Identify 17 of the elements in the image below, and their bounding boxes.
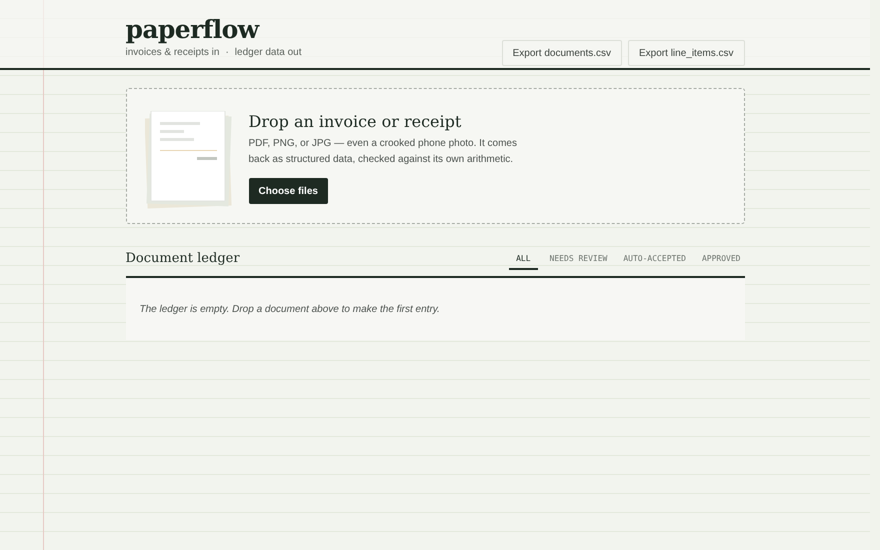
- dropzone-title: Drop an invoice or receipt: [248, 111, 462, 133]
- filter-tab[interactable]: AUTO-ACCEPTED: [619, 251, 690, 270]
- ledger-title: Document ledger: [126, 250, 240, 268]
- filter-tab[interactable]: ALL: [509, 251, 538, 270]
- tagline: invoices & receipts in: [126, 46, 220, 60]
- filter-tab[interactable]: APPROVED: [698, 251, 744, 270]
- choose-files-button[interactable]: Choose files: [248, 178, 328, 204]
- filter-tab[interactable]: NEEDS REVIEW: [546, 251, 612, 270]
- drop-zone[interactable]: Drop an invoice or receipt PDF, PNG, or JPG — even a crooked phone photo. It comes back as structured data, checked against its own arithmetic. Choose files: [126, 88, 744, 224]
- document-stack-icon: [144, 111, 232, 209]
- empty-message: The ledger is empty. Drop a document above to make the first entry.: [140, 302, 440, 316]
- tagline: ledger data out: [234, 46, 302, 60]
- dropzone-description: PDF, PNG, or JPG — even a crooked phone photo. It comes back as structured data, checked against its own arithmetic.: [248, 137, 518, 167]
- brand-title: paperflow: [126, 14, 261, 46]
- export-button[interactable]: Export line_items.csv: [628, 40, 744, 66]
- separator: ·: [225, 46, 229, 60]
- export-button[interactable]: Export documents.csv: [502, 40, 622, 66]
